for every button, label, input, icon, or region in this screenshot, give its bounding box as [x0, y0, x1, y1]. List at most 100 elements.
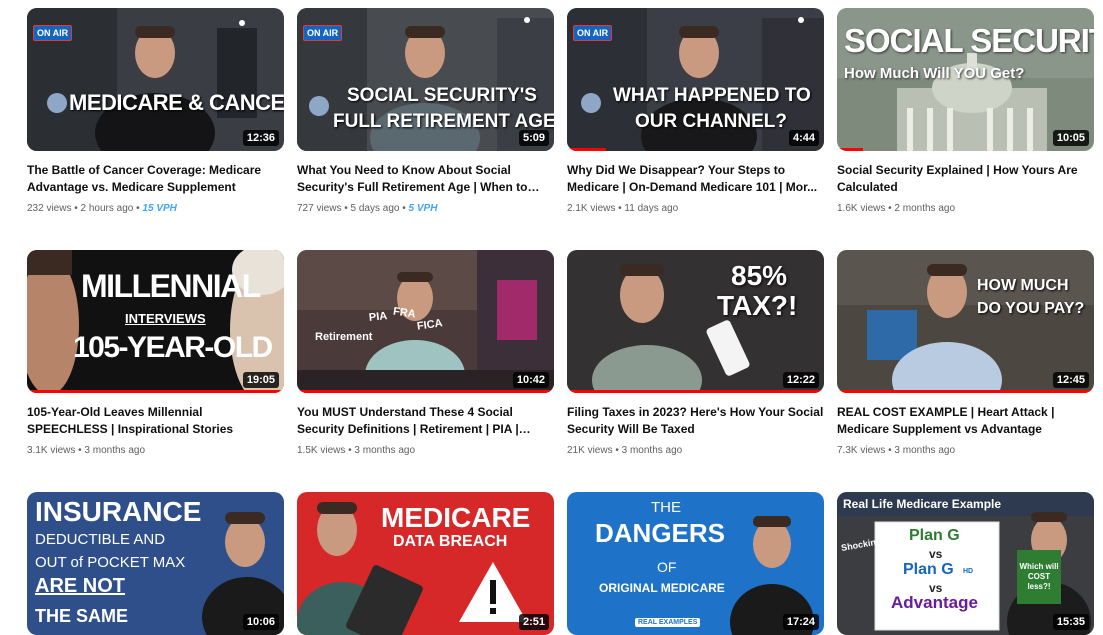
video-thumbnail[interactable]: INSURANCE DEDUCTIBLE AND OUT of POCKET M… — [27, 492, 284, 635]
video-thumbnail[interactable]: SOCIAL SECURITY How Much Will YOU Get? 1… — [837, 8, 1094, 151]
video-meta: 7.3K views • 3 months ago — [837, 445, 956, 456]
video-meta: 2.1K views • 11 days ago — [567, 203, 679, 214]
view-count: 21K views — [567, 445, 613, 456]
view-count: 232 views — [27, 203, 72, 214]
view-count: 3.1K views — [27, 445, 76, 456]
video-duration: 10:06 — [242, 614, 279, 630]
view-count: 1.5K views — [297, 445, 346, 456]
thumbnail-text: OF — [657, 559, 677, 575]
upload-age: 3 months ago — [84, 445, 146, 456]
vph-stat: 15 VPH — [142, 203, 177, 214]
thumbnail-text: Retirement — [315, 331, 373, 343]
thumbnail-text: THE SAME — [35, 606, 129, 626]
view-count: 1.6K views — [837, 203, 886, 214]
thumbnail-text: MILLENNIAL — [81, 268, 261, 304]
thumbnail-text: TAX?! — [717, 290, 798, 321]
thumbnail-text: Real Life Medicare Example — [843, 497, 1002, 511]
thumbnail-text: DANGERS — [595, 518, 726, 548]
video-title[interactable]: Social Security Explained | How Yours Ar… — [837, 162, 1094, 196]
upload-age: 3 months ago — [894, 445, 956, 456]
thumbnail-text: Plan G — [909, 527, 960, 544]
video-duration: 10:05 — [1052, 130, 1089, 146]
video-meta: 727 views • 5 days ago • 5 VPH — [297, 203, 438, 214]
view-count: 727 views — [297, 203, 342, 214]
thumbnail-text: THE — [651, 499, 681, 516]
watch-progress-bar — [837, 390, 1094, 393]
thumbnail-text: HD — [963, 568, 974, 575]
video-thumbnail[interactable]: ON AIR MEDICARE & CANCER 12:36 — [27, 8, 284, 151]
video-title[interactable]: What You Need to Know About Social Secur… — [297, 162, 554, 196]
video-thumbnail[interactable]: PIA FRA FICA Retirement 10:42 — [297, 250, 554, 393]
upload-age: 3 months ago — [621, 445, 683, 456]
thumbnail-text: DO YOU PAY? — [977, 300, 1085, 317]
view-count: 2.1K views — [567, 203, 616, 214]
upload-age: 11 days ago — [624, 203, 679, 214]
thumbnail-text: SOCIAL SECURITY — [844, 22, 1094, 59]
video-thumbnail[interactable]: ON AIR SOCIAL SECURITY'S FULL RETIREMENT… — [297, 8, 554, 151]
on-air-badge: ON AIR — [303, 25, 343, 41]
video-title[interactable]: Filing Taxes in 2023? Here's How Your So… — [567, 404, 824, 438]
video-meta: 1.5K views • 3 months ago — [297, 445, 416, 456]
video-meta: 21K views • 3 months ago — [567, 445, 683, 456]
thumbnail-text: INTERVIEWS — [125, 311, 206, 326]
video-duration: 12:36 — [242, 130, 279, 146]
video-duration: 10:42 — [512, 372, 549, 388]
upload-age: 2 hours ago — [80, 203, 134, 214]
video-thumbnail[interactable]: Real Life Medicare Example Plan G vs Pla… — [837, 492, 1094, 635]
thumbnail-label: REAL EXAMPLES — [635, 618, 701, 627]
video-meta: 3.1K views • 3 months ago — [27, 445, 146, 456]
watch-progress-bar — [297, 390, 554, 393]
watch-progress-bar — [27, 390, 284, 393]
video-duration: 2:51 — [518, 614, 549, 630]
view-count: 7.3K views — [837, 445, 886, 456]
thumbnail-text: How Much Will YOU Get? — [844, 65, 1025, 82]
thumbnail-text: INSURANCE — [35, 496, 202, 527]
thumbnail-text: Plan G — [903, 561, 954, 578]
on-air-badge: ON AIR — [33, 25, 73, 41]
vph-stat: 5 VPH — [408, 203, 438, 214]
upload-age: 2 months ago — [894, 203, 956, 214]
watch-progress-bar — [567, 148, 606, 151]
video-duration: 12:45 — [1052, 372, 1089, 388]
video-grid: ON AIR MEDICARE & CANCER 12:36 The Battl… — [0, 0, 1103, 635]
video-meta: 1.6K views • 2 months ago — [837, 203, 956, 214]
video-title[interactable]: REAL COST EXAMPLE | Heart Attack | Medic… — [837, 404, 1094, 438]
video-title[interactable]: The Battle of Cancer Coverage: Medicare … — [27, 162, 284, 196]
thumbnail-text: 105-YEAR-OLD — [73, 331, 273, 364]
thumbnail-text: OUT of POCKET MAX — [35, 554, 186, 571]
video-duration: 4:44 — [788, 130, 819, 146]
video-thumbnail[interactable]: MEDICARE DATA BREACH 2:51 — [297, 492, 554, 635]
thumbnail-text: 85% — [731, 260, 788, 291]
upload-age: 5 days ago — [350, 203, 400, 214]
video-title[interactable]: You MUST Understand These 4 Social Secur… — [297, 404, 554, 438]
thumbnail-text: ORIGINAL MEDICARE — [599, 581, 725, 595]
watch-progress-bar — [837, 148, 863, 151]
watch-progress-bar — [567, 390, 824, 393]
thumbnail-text: vs — [929, 547, 943, 561]
on-air-badge: ON AIR — [573, 25, 613, 41]
video-meta: 232 views • 2 hours ago • 15 VPH — [27, 203, 177, 214]
upload-age: 3 months ago — [354, 445, 416, 456]
thumbnail-text: Which will COST less?! — [1019, 562, 1059, 591]
video-duration: 15:35 — [1052, 614, 1089, 630]
video-title[interactable]: 105-Year-Old Leaves Millennial SPEECHLES… — [27, 404, 284, 438]
video-duration: 5:09 — [518, 130, 549, 146]
thumbnail-text: SOCIAL SECURITY'S — [347, 85, 537, 106]
video-duration: 19:05 — [242, 372, 279, 388]
video-title[interactable]: Why Did We Disappear? Your Steps to Medi… — [567, 162, 824, 196]
thumbnail-text: DATA BREACH — [393, 533, 508, 550]
video-thumbnail[interactable]: MILLENNIAL INTERVIEWS 105-YEAR-OLD 19:05 — [27, 250, 284, 393]
video-thumbnail[interactable]: ON AIR WHAT HAPPENED TO OUR CHANNEL? 4:4… — [567, 8, 824, 151]
thumbnail-text: MEDICARE & CANCER — [69, 90, 284, 115]
thumbnail-text: WHAT HAPPENED TO — [613, 85, 811, 106]
thumbnail-text: HOW MUCH — [977, 277, 1069, 294]
video-thumbnail[interactable]: THE DANGERS OF ORIGINAL MEDICARE REAL EX… — [567, 492, 824, 635]
thumbnail-text: PIA — [368, 310, 388, 324]
thumbnail-text: FULL RETIREMENT AGE — [333, 111, 554, 132]
video-thumbnail[interactable]: 85% TAX?! 12:22 — [567, 250, 824, 393]
video-duration: 12:22 — [782, 372, 819, 388]
thumbnail-text: OUR CHANNEL? — [635, 111, 787, 132]
video-thumbnail[interactable]: HOW MUCH DO YOU PAY? 12:45 — [837, 250, 1094, 393]
thumbnail-text: MEDICARE — [381, 502, 531, 533]
thumbnail-text: ARE NOT — [35, 575, 125, 597]
